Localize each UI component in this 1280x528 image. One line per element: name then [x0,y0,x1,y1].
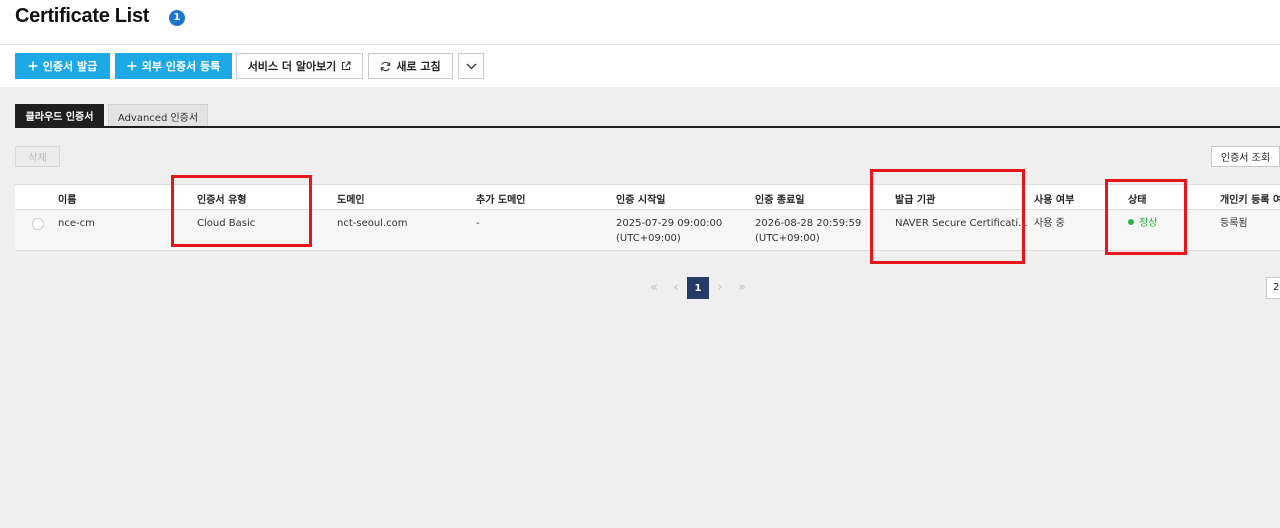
next-page-icon[interactable]: › [713,280,727,296]
more-dropdown-button[interactable] [458,53,484,79]
register-external-certificate-button[interactable]: 외부 인증서 등록 [115,53,232,79]
cell-private-key: 등록됨 [1220,218,1248,229]
end-date-timezone: (UTC+09:00) [755,233,820,244]
cell-status: 정상 [1128,216,1157,231]
refresh-label: 새로 고침 [396,60,441,73]
tab-underline [15,126,1280,128]
chevron-down-icon [466,63,477,70]
cell-extra-domain: - [476,218,480,229]
start-date-timezone: (UTC+09:00) [616,233,681,244]
column-header-status[interactable]: 상태 [1128,191,1146,206]
column-header-domain[interactable]: 도메인 [337,191,365,206]
status-text: 정상 [1139,218,1158,229]
certificate-lookup-button[interactable]: 인증서 조회 [1211,146,1280,167]
start-date-value: 2025-07-29 09:00:00 [616,218,723,229]
page-title: Certificate List [15,5,150,27]
column-header-type[interactable]: 인증서 유형 [197,191,246,206]
plus-icon [127,61,137,71]
table-header: 이름 인증서 유형 도메인 추가 도메인 인증 시작일 인증 종료일 발급 기관… [15,184,1280,210]
column-header-end-date[interactable]: 인증 종료일 [755,191,804,206]
column-header-start-date[interactable]: 인증 시작일 [616,191,665,206]
end-date-value: 2026-08-28 20:59:59 [755,218,862,229]
previous-page-icon[interactable]: ‹ [669,280,683,296]
plus-icon [28,61,38,71]
delete-button[interactable]: 삭제 [15,146,60,167]
cell-start-date: 2025-07-29 09:00:00 (UTC+09:00) [616,216,722,246]
cell-end-date: 2026-08-28 20:59:59 (UTC+09:00) [755,216,861,246]
column-header-in-use[interactable]: 사용 여부 [1034,191,1074,206]
page-header: Certificate List 1 [0,0,1280,45]
status-ok-icon [1128,219,1134,225]
column-header-name[interactable]: 이름 [58,191,76,206]
issue-certificate-label: 인증서 발급 [42,60,98,73]
count-badge: 1 [169,10,185,26]
last-page-icon[interactable]: » [735,280,749,296]
toolbar: 인증서 발급 외부 인증서 등록 서비스 더 알아보기 새로 고침 [0,45,1280,87]
issue-certificate-button[interactable]: 인증서 발급 [15,53,110,79]
refresh-button[interactable]: 새로 고침 [368,53,453,79]
cell-in-use: 사용 중 [1034,218,1065,229]
first-page-icon[interactable]: « [647,280,661,296]
page-size-select[interactable]: 2 [1266,277,1280,299]
column-header-private-key[interactable]: 개인키 등록 여부 [1220,191,1280,206]
learn-more-button[interactable]: 서비스 더 알아보기 [236,53,363,79]
page-number-current[interactable]: 1 [687,277,709,299]
register-external-label: 외부 인증서 등록 [141,60,221,73]
learn-more-label: 서비스 더 알아보기 [247,60,337,73]
row-select-radio[interactable] [32,218,44,230]
external-link-icon [341,61,351,71]
column-header-extra-domain[interactable]: 추가 도메인 [476,191,525,206]
tab-advanced-certificate[interactable]: Advanced 인증서 [108,104,208,127]
refresh-icon [380,61,391,72]
cell-name[interactable]: nce-cm [58,216,95,231]
tab-cloud-certificate[interactable]: 클라우드 인증서 [15,104,104,127]
cell-type: Cloud Basic [197,218,256,229]
column-header-issuer[interactable]: 발급 기관 [895,191,935,206]
cell-issuer: NAVER Secure Certificati... [895,218,1028,229]
table-row[interactable]: nce-cm Cloud Basic nct-seoul.com - 2025-… [15,210,1280,251]
cell-domain: nct-seoul.com [337,218,408,229]
